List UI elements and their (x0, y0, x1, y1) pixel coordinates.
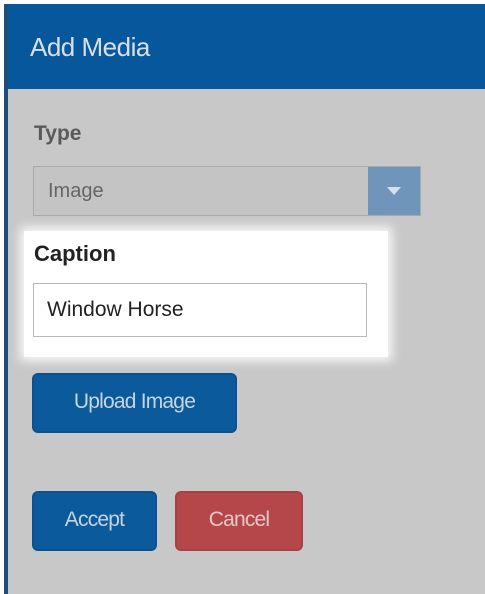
caption-panel: Caption (24, 231, 388, 357)
accept-button[interactable]: Accept (32, 491, 157, 551)
cancel-button[interactable]: Cancel (175, 491, 303, 551)
chevron-down-icon (387, 187, 401, 195)
type-select-value: Image (48, 180, 104, 202)
caption-input[interactable] (33, 283, 367, 337)
type-select[interactable]: Image (33, 166, 421, 216)
type-select-arrow-button[interactable] (368, 167, 420, 215)
dialog-header: Add Media (8, 4, 485, 89)
add-media-dialog: Add Media Type Image Caption Upload Imag… (4, 4, 485, 594)
type-label: Type (34, 122, 82, 145)
caption-label: Caption (34, 241, 116, 266)
upload-image-button[interactable]: Upload Image (32, 373, 237, 433)
dialog-title: Add Media (30, 32, 150, 62)
